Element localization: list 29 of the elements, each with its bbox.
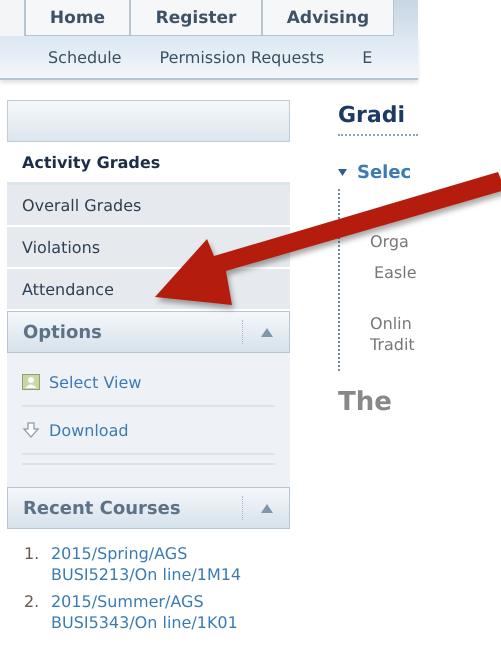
- subheading: The: [338, 387, 393, 417]
- option-link[interactable]: Download: [49, 420, 129, 440]
- text-line: Onlin: [370, 313, 413, 334]
- subnav-link[interactable]: Schedule: [48, 48, 122, 66]
- page-title: Gradi: [338, 103, 406, 128]
- text-line: Easle: [373, 262, 418, 283]
- tab-bar-background: [394, 0, 418, 36]
- text-line: Orga: [370, 231, 410, 252]
- down-arrow-icon: [22, 422, 40, 438]
- collapse-icon[interactable]: [261, 328, 273, 336]
- option-link[interactable]: Select View: [49, 372, 142, 392]
- tab[interactable]: Register: [130, 0, 262, 36]
- tab[interactable]: [0, 0, 25, 36]
- list-number: 2.: [24, 591, 40, 613]
- panel-title: Recent Courses: [23, 498, 182, 518]
- expand-caret-icon[interactable]: [338, 169, 347, 176]
- person-card-icon: [22, 374, 40, 390]
- subnav-link[interactable]: Permission Requests: [160, 48, 324, 66]
- sidebar-item[interactable]: Overall Grades: [7, 185, 290, 227]
- tab[interactable]: Advising: [262, 0, 394, 36]
- list-number: 1.: [24, 543, 40, 565]
- text-line: Tradit: [370, 334, 416, 355]
- subnav-link[interactable]: E: [362, 48, 372, 66]
- section-heading[interactable]: Selec: [357, 162, 412, 183]
- course-link[interactable]: 2015/Summer/AGS BUSI5343/On line/1K01: [51, 591, 281, 633]
- tab[interactable]: Home: [25, 0, 130, 36]
- panel-title: Options: [23, 322, 103, 342]
- collapse-icon[interactable]: [261, 504, 273, 512]
- course-link[interactable]: 2015/Spring/AGS BUSI5213/On line/1M14: [51, 543, 281, 585]
